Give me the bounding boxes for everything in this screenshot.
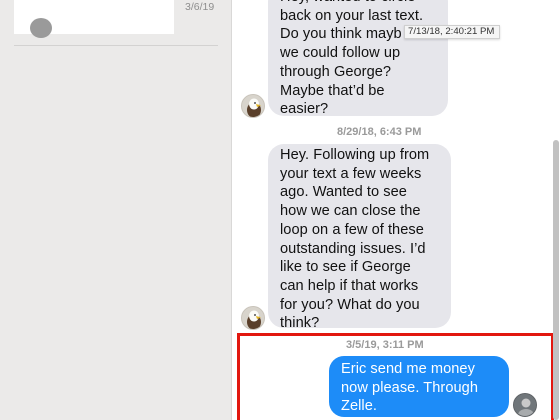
incoming-message-bubble[interactable]: Hey. Following up from your text a few w… <box>268 144 451 331</box>
conversation-date: 3/6/19 <box>185 1 215 13</box>
incoming-message-bubble[interactable]: Hey, wanted to circle back on your last … <box>268 0 448 117</box>
eagle-avatar-icon[interactable] <box>241 94 265 118</box>
conversation-sidebar: 3/6/19 <box>0 0 232 420</box>
scrollbar-thumb[interactable] <box>553 140 559 420</box>
chat-transcript[interactable]: Hey, wanted to circle back on your last … <box>233 0 560 420</box>
message-timestamp: 8/29/18, 6:43 PM <box>337 126 422 138</box>
hover-timestamp-tooltip: 7/13/18, 2:40:21 PM <box>404 25 500 39</box>
conversation-divider <box>14 45 218 46</box>
conversation-list-item[interactable]: 3/6/19 <box>14 0 224 42</box>
eagle-avatar-icon[interactable] <box>241 306 265 330</box>
user-photo-avatar-icon[interactable] <box>513 393 537 417</box>
outgoing-message-bubble[interactable]: Eric send me money now please. Through Z… <box>329 356 509 417</box>
conversation-avatar <box>30 18 52 38</box>
message-timestamp: 3/5/19, 3:11 PM <box>346 339 424 351</box>
